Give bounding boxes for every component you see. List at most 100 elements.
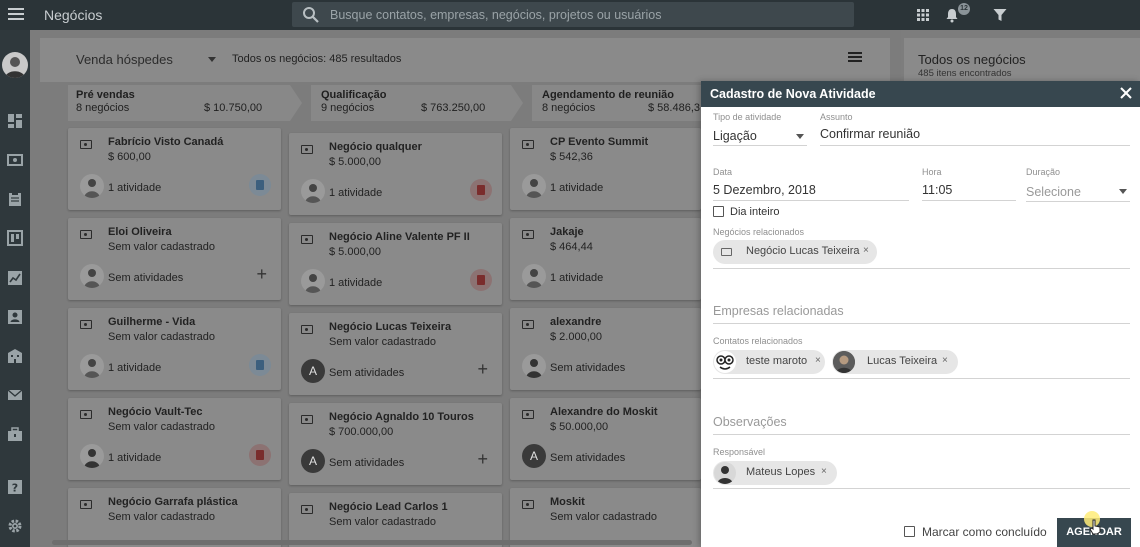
deal-card[interactable]: Negócio Lead Carlos 1 Sem valor cadastra… <box>289 493 502 547</box>
help-icon[interactable]: ? <box>7 479 23 495</box>
deal-value: Sem valor cadastrado <box>108 241 215 253</box>
global-search[interactable] <box>292 2 854 27</box>
deal-card[interactable]: Moskit Sem valor cadastrado <box>510 488 701 547</box>
deal-card[interactable]: alexandre $ 2.000,00 Sem atividades <box>510 308 701 390</box>
mark-done-checkbox[interactable] <box>904 526 915 537</box>
chip-label: teste maroto <box>746 355 808 367</box>
hamburger-menu-icon[interactable] <box>8 6 24 22</box>
deal-activity: 1 atividade <box>550 272 604 284</box>
overdue-activity-icon[interactable] <box>249 444 271 466</box>
dashboard-icon[interactable] <box>7 113 23 129</box>
time-label: Hora <box>922 167 942 177</box>
clipboard-icon[interactable] <box>7 191 23 207</box>
deal-card[interactable]: Negócio Garrafa plástica Sem valor cadas… <box>68 488 281 547</box>
remove-chip-icon[interactable]: × <box>815 355 821 366</box>
add-activity-icon[interactable]: + <box>477 450 488 468</box>
deal-value: Sem valor cadastrado <box>550 511 657 523</box>
deals-money-icon[interactable] <box>7 152 23 168</box>
deal-card[interactable]: Alexandre do Moskit $ 50.000,00 A Sem at… <box>510 398 701 480</box>
schedule-activity-icon[interactable] <box>249 174 271 196</box>
deal-activity: 1 atividade <box>329 187 383 199</box>
remove-chip-icon[interactable]: × <box>821 466 827 477</box>
chevron-down-icon[interactable] <box>796 134 804 139</box>
deal-icon <box>80 230 92 239</box>
deal-card[interactable]: CP Evento Summit $ 542,36 1 atividade <box>510 128 701 210</box>
svg-text:?: ? <box>12 482 18 495</box>
deal-card[interactable]: Guilherme - Vida Sem valor cadastrado 1 … <box>68 308 281 390</box>
deal-title: Alexandre do Moskit <box>550 406 658 418</box>
chevron-down-icon[interactable] <box>1119 189 1127 194</box>
deal-card[interactable]: Negócio qualquer $ 5.000,00 1 atividade <box>289 133 502 215</box>
contact-chip: teste maroto × <box>713 350 825 374</box>
remove-chip-icon[interactable]: × <box>863 245 869 256</box>
list-view-icon[interactable] <box>848 52 862 64</box>
overdue-activity-icon[interactable] <box>470 269 492 291</box>
add-activity-icon[interactable]: + <box>256 265 267 283</box>
subject-input[interactable]: Confirmar reunião <box>820 127 920 141</box>
divider <box>922 200 1016 201</box>
horizontal-scrollbar[interactable] <box>52 540 692 545</box>
add-activity-icon[interactable]: + <box>477 360 488 378</box>
companies-icon[interactable] <box>7 348 23 364</box>
contacts-icon[interactable] <box>7 309 23 325</box>
chip-label: Lucas Teixeira <box>867 355 938 367</box>
duration-select[interactable]: Selecione <box>1026 185 1081 199</box>
date-input[interactable]: 5 Dezembro, 2018 <box>713 183 816 197</box>
notes-input[interactable]: Observações <box>713 415 787 429</box>
kanban-icon[interactable] <box>7 230 23 246</box>
deal-icon <box>522 500 534 509</box>
stage-arrow <box>290 85 302 121</box>
avatar <box>80 174 104 198</box>
deal-card[interactable]: Negócio Lucas Teixeira Sem valor cadastr… <box>289 313 502 395</box>
avatar: A <box>301 449 325 473</box>
board-header: Venda hóspedes Todos os negócios: 485 re… <box>40 38 890 82</box>
schedule-activity-icon[interactable] <box>249 354 271 376</box>
deal-icon <box>522 320 534 329</box>
related-companies-input[interactable]: Empresas relacionadas <box>713 304 844 318</box>
app-title: Negócios <box>44 7 103 23</box>
remove-chip-icon[interactable]: × <box>942 355 948 366</box>
deal-value: $ 5.000,00 <box>329 246 381 258</box>
stage-pre-vendas[interactable]: Pré vendas 8 negócios $ 10.750,00 <box>68 85 290 121</box>
related-contacts-label: Contatos relacionados <box>713 336 803 346</box>
filter-icon[interactable] <box>992 7 1008 23</box>
user-avatar[interactable] <box>2 52 28 78</box>
pipeline-select[interactable]: Venda hóspedes <box>76 52 173 67</box>
chevron-down-icon[interactable] <box>208 57 216 62</box>
deal-activity: 1 atividade <box>108 182 162 194</box>
side-panel-subtitle: 485 itens encontrados <box>918 68 1012 79</box>
deal-card[interactable]: Negócio Agnaldo 10 Touros $ 700.000,00 A… <box>289 403 502 485</box>
chart-icon[interactable] <box>7 270 23 286</box>
deal-value: $ 5.000,00 <box>329 156 381 168</box>
close-icon[interactable] <box>1119 86 1133 100</box>
avatar <box>80 444 104 468</box>
deal-card[interactable]: Fabrício Visto Canadá $ 600,00 1 ativida… <box>68 128 281 210</box>
deal-title: Jakaje <box>550 226 584 238</box>
deal-icon <box>522 230 534 239</box>
deal-value: $ 700.000,00 <box>329 426 394 438</box>
deal-card[interactable]: Jakaje $ 464,44 1 atividade <box>510 218 701 300</box>
mail-icon[interactable] <box>7 387 23 403</box>
overdue-activity-icon[interactable] <box>470 179 492 201</box>
deal-title: Negócio Garrafa plástica <box>108 496 238 508</box>
deal-icon <box>80 140 92 149</box>
all-day-checkbox[interactable] <box>713 206 724 217</box>
activity-type-select[interactable]: Ligação <box>713 129 757 143</box>
deal-card[interactable]: Negócio Aline Valente PF II $ 5.000,00 1… <box>289 223 502 305</box>
apps-grid-icon[interactable] <box>915 7 931 23</box>
deal-card[interactable]: Eloi Oliveira Sem valor cadastrado Sem a… <box>68 218 281 300</box>
stage-qualificacao[interactable]: Qualificação 9 negócios $ 763.250,00 <box>311 85 511 121</box>
avatar <box>80 264 104 288</box>
search-input[interactable] <box>330 6 840 23</box>
deal-value: $ 50.000,00 <box>550 421 609 433</box>
sidebar: ? <box>0 30 30 547</box>
briefcase-icon[interactable] <box>7 426 23 442</box>
stage-count: 8 negócios <box>542 102 596 114</box>
avatar <box>301 179 325 203</box>
new-activity-dialog: Cadastro de Nova Atividade Tipo de ativi… <box>701 81 1140 547</box>
gear-icon[interactable] <box>7 518 23 534</box>
deal-card[interactable]: Negócio Vault-Tec Sem valor cadastrado 1… <box>68 398 281 480</box>
time-input[interactable]: 11:05 <box>922 183 952 197</box>
deal-value: $ 2.000,00 <box>550 331 602 343</box>
stage-agendamento[interactable]: Agendamento de reunião 8 negócios $ 58.4… <box>532 85 702 121</box>
